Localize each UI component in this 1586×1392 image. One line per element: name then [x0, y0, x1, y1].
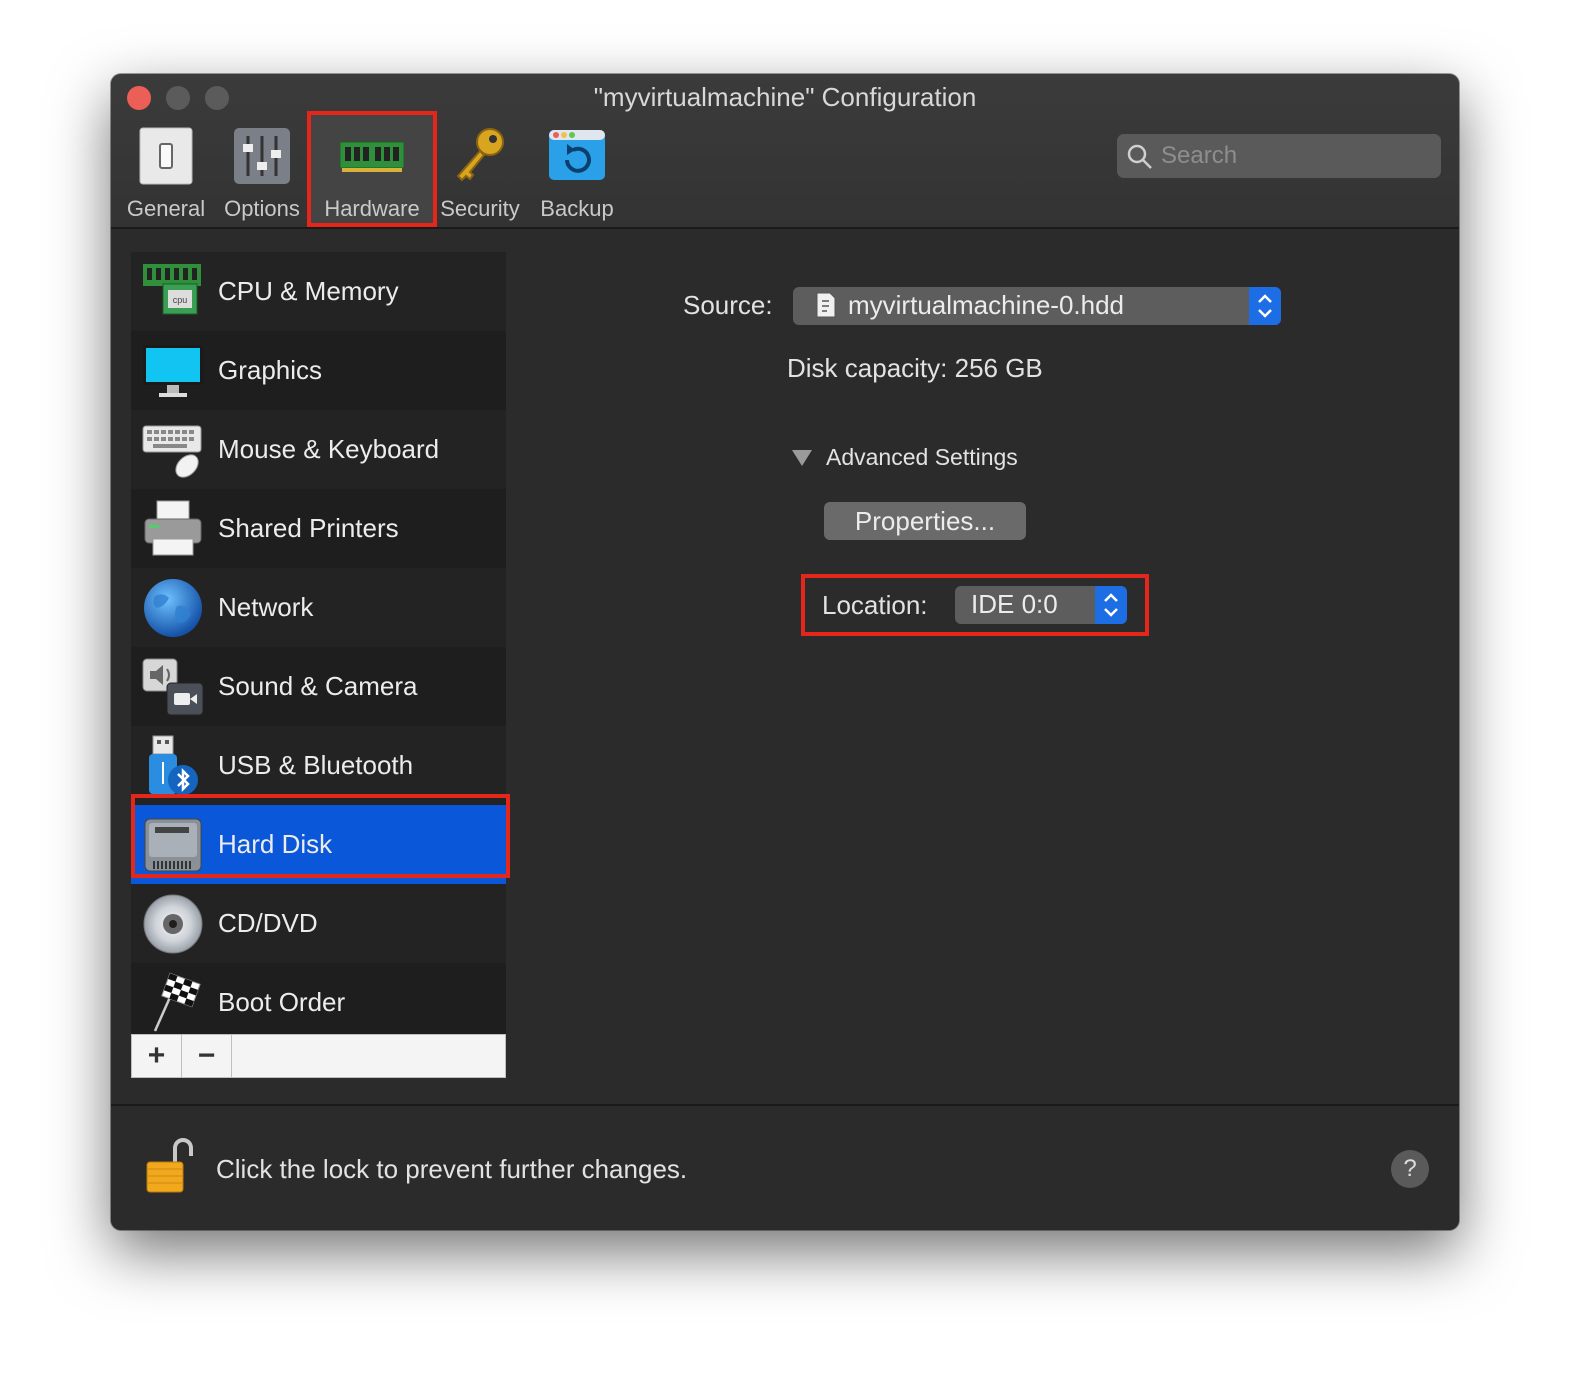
- config-window: "myvirtualmachine" Configuration General…: [111, 74, 1459, 1230]
- advanced-settings-label[interactable]: Advanced Settings: [826, 444, 1018, 471]
- location-popup[interactable]: IDE 0:0: [955, 586, 1127, 624]
- sidebar-item-shared-printers[interactable]: Shared Printers: [131, 489, 506, 568]
- source-label: Source:: [683, 290, 773, 320]
- sidebar-item-cpu-memory[interactable]: cpu CPU & Memory: [131, 252, 506, 331]
- popup-arrows-icon: [1095, 586, 1127, 624]
- document-icon: [816, 292, 836, 318]
- help-button[interactable]: ?: [1391, 1150, 1429, 1188]
- sidebar-item-sound-camera[interactable]: Sound & Camera: [131, 647, 506, 726]
- sidebar-item-network[interactable]: Network: [131, 568, 506, 647]
- search-field[interactable]: [1117, 134, 1441, 178]
- sidebar-item-graphics[interactable]: Graphics: [131, 331, 506, 410]
- usb-bluetooth-icon: [141, 734, 205, 798]
- backup-icon: [545, 124, 609, 188]
- sidebar-item-hard-disk[interactable]: Hard Disk: [131, 805, 506, 884]
- hardware-device-list: cpu CPU & Memory Graphics Mouse & Keyboa…: [131, 252, 506, 1034]
- sidebar-item-mouse-keyboard[interactable]: Mouse & Keyboard: [131, 410, 506, 489]
- disclosure-triangle-icon[interactable]: [791, 448, 813, 468]
- search-icon: [1127, 144, 1152, 169]
- sidebar-item-usb-bluetooth[interactable]: USB & Bluetooth: [131, 726, 506, 805]
- sidebar-item-cd-dvd[interactable]: CD/DVD: [131, 884, 506, 963]
- checkered-flag-icon: [141, 971, 205, 1035]
- location-value: IDE 0:0: [971, 589, 1058, 619]
- disk-capacity: Disk capacity: 256 GB: [787, 353, 1043, 383]
- lock-message: Click the lock to prevent further change…: [216, 1154, 688, 1184]
- globe-icon: [141, 576, 205, 640]
- tab-backup[interactable]: Backup: [535, 114, 619, 222]
- sidebar-item-boot-order[interactable]: Boot Order: [131, 963, 506, 1042]
- cpu-memory-icon: cpu: [141, 260, 205, 324]
- popup-arrows-icon: [1249, 287, 1281, 325]
- key-icon: [448, 124, 512, 188]
- lock-bar: Click the lock to prevent further change…: [111, 1104, 1459, 1230]
- sliders-icon: [230, 124, 294, 188]
- tab-options[interactable]: Options: [219, 114, 305, 222]
- keyboard-icon: [141, 418, 205, 482]
- search-input[interactable]: [1161, 139, 1431, 173]
- svg-text:cpu: cpu: [173, 295, 188, 305]
- ram-module-icon: [339, 124, 405, 188]
- location-label: Location:: [822, 590, 928, 620]
- remove-device-button[interactable]: −: [182, 1035, 232, 1077]
- monitor-icon: [141, 339, 205, 403]
- hard-disk-icon: [141, 813, 205, 877]
- switch-icon: [134, 124, 198, 188]
- tab-security[interactable]: Security: [435, 114, 525, 222]
- sound-camera-icon: [141, 655, 205, 719]
- printer-icon: [141, 497, 205, 561]
- tab-general[interactable]: General: [123, 114, 209, 222]
- source-value: myvirtualmachine-0.hdd: [848, 290, 1125, 320]
- add-device-button[interactable]: +: [132, 1035, 182, 1077]
- source-popup[interactable]: myvirtualmachine-0.hdd: [793, 287, 1281, 325]
- window-title: "myvirtualmachine" Configuration: [593, 82, 977, 112]
- tab-hardware[interactable]: Hardware: [315, 114, 429, 222]
- unlocked-padlock-icon[interactable]: [145, 1136, 193, 1196]
- sidebar-footer: + −: [131, 1034, 506, 1078]
- titlebar: "myvirtualmachine" Configuration General…: [111, 74, 1459, 229]
- properties-button[interactable]: Properties...: [824, 502, 1026, 540]
- cd-dvd-icon: [141, 892, 205, 956]
